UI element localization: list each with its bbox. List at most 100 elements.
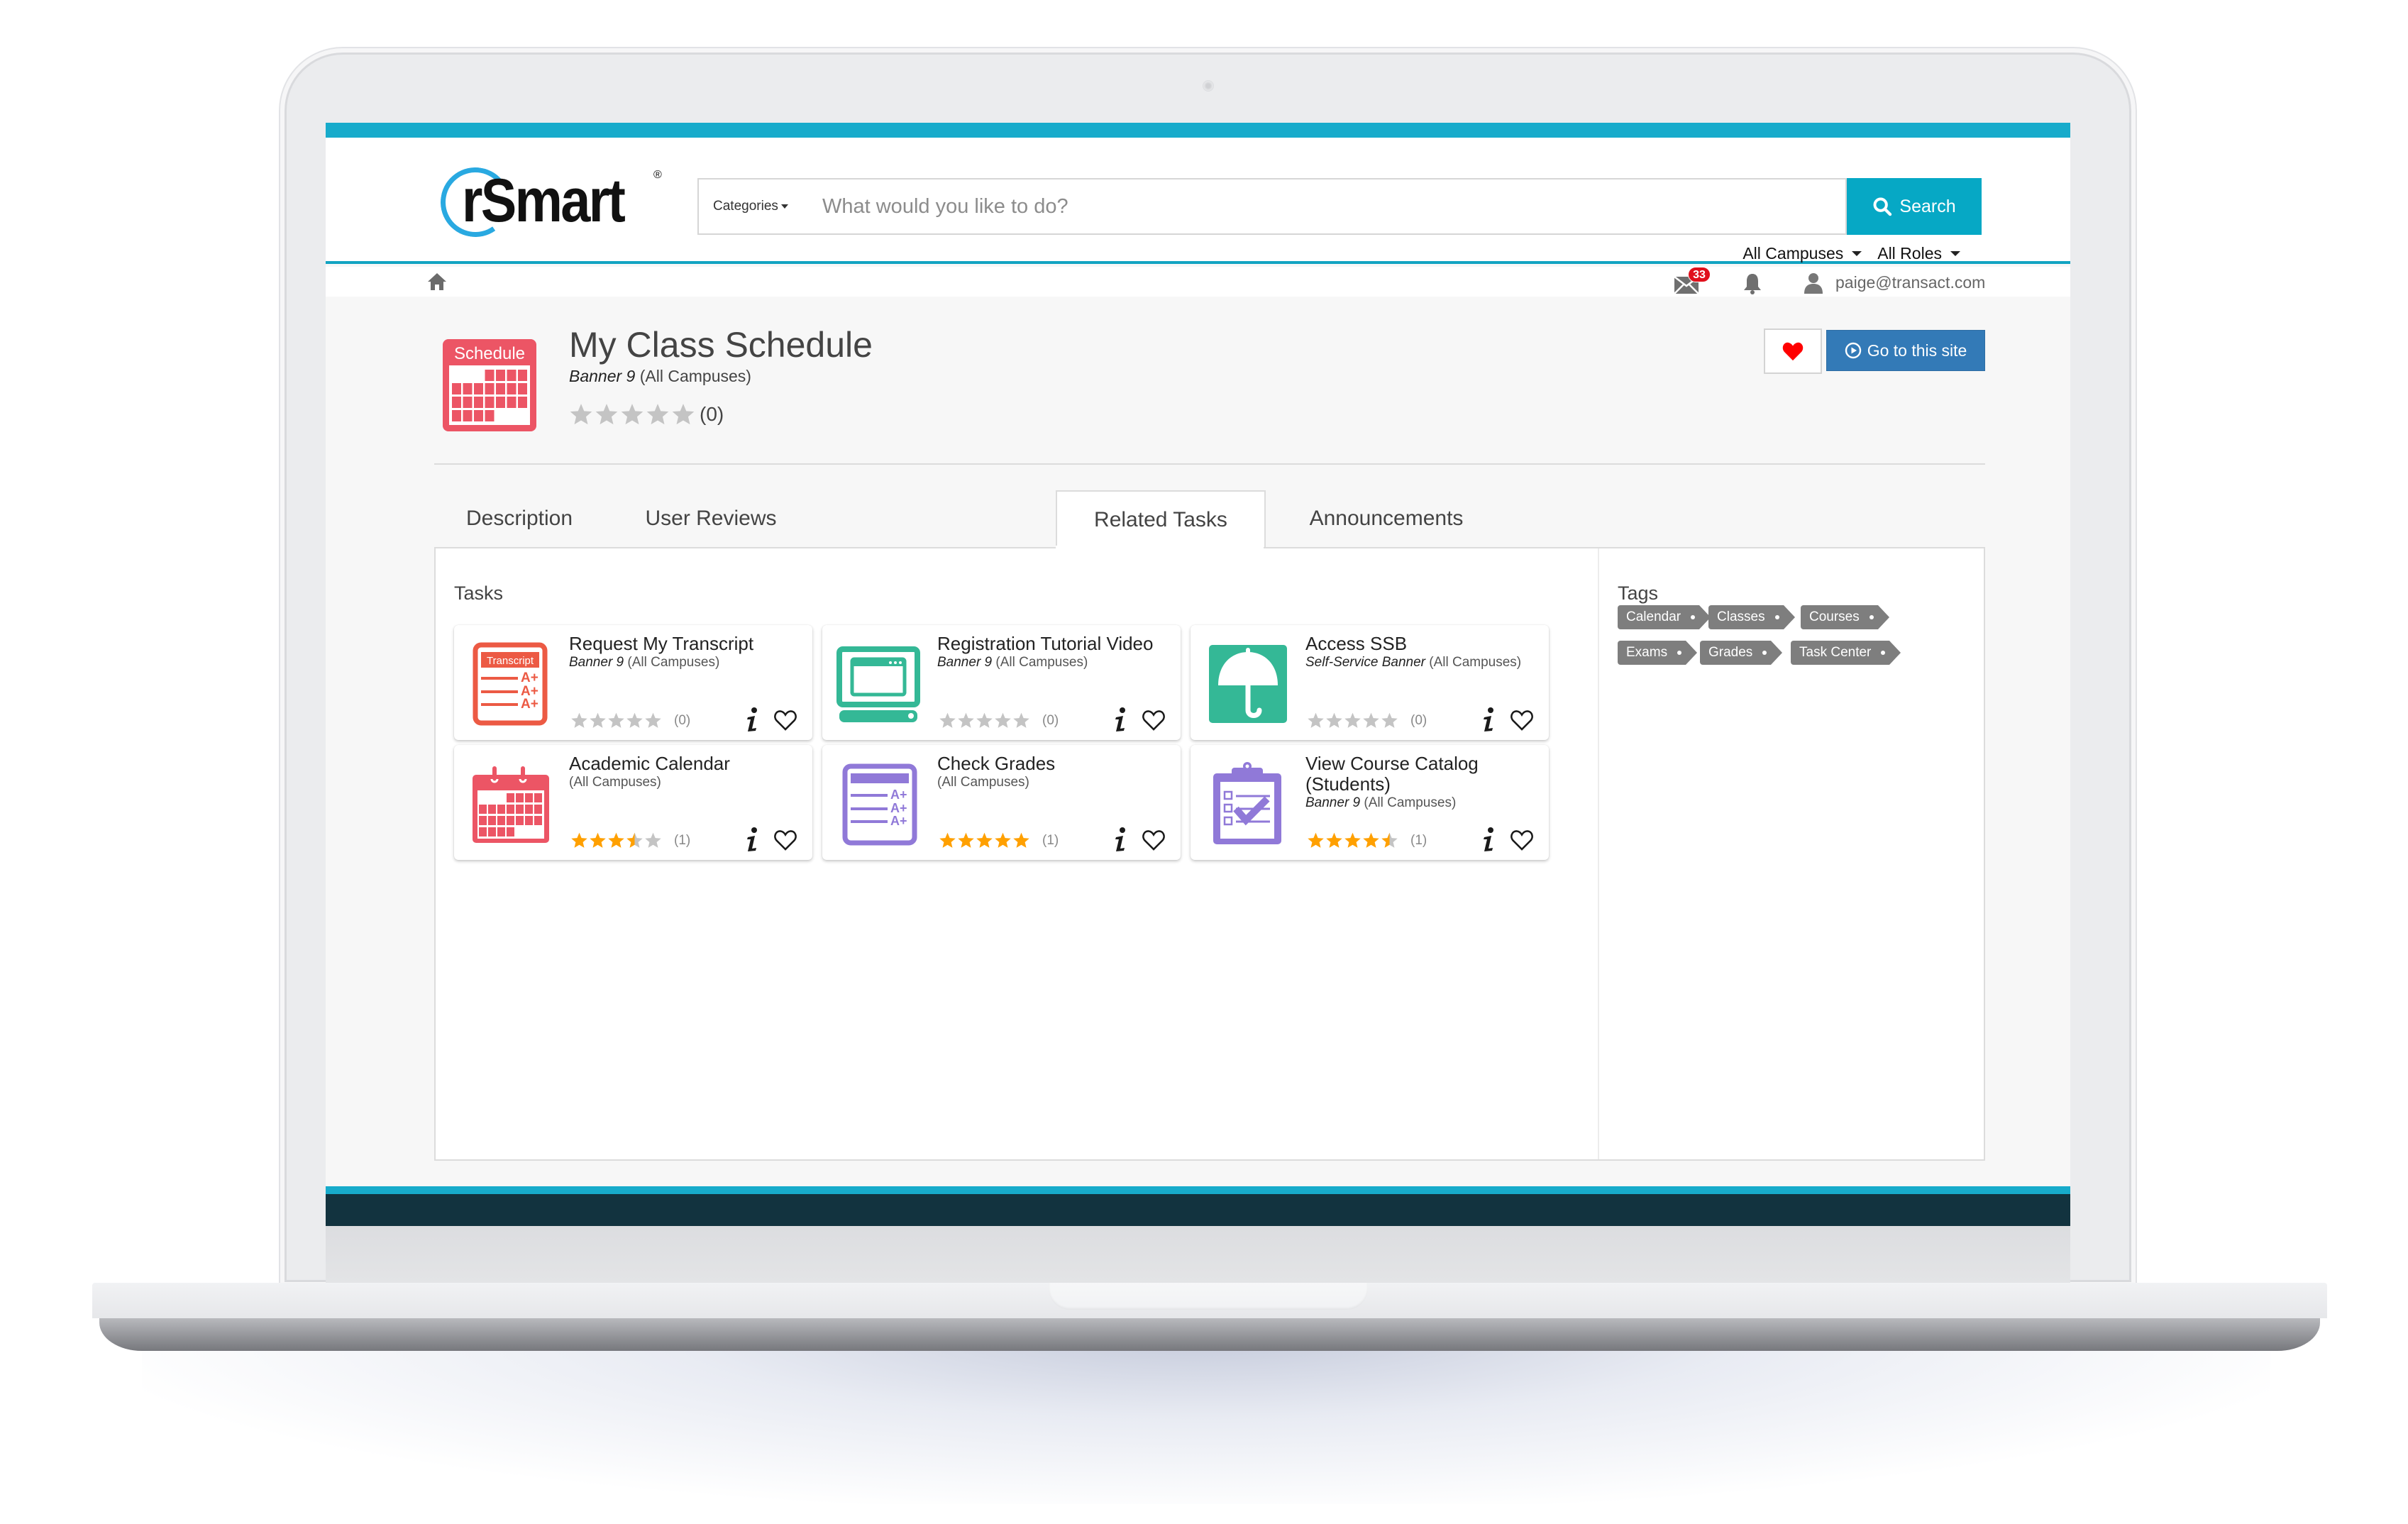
rsmart-logo[interactable]: rSmart ® (435, 162, 668, 243)
task-rating[interactable]: (1) (570, 832, 690, 849)
tag[interactable]: Calendar (1618, 605, 1711, 629)
task-rating[interactable]: (1) (1307, 832, 1427, 849)
campus-dropdown-label: All Campuses (1743, 244, 1844, 263)
app-rating-count: (0) (700, 403, 724, 425)
task-source: Banner 9 (All Campuses) (937, 654, 1171, 671)
task-source: (All Campuses) (569, 774, 803, 791)
info-icon[interactable] (745, 707, 761, 732)
task-card[interactable]: Access SSB Self-Service Banner (All Campu… (1191, 625, 1549, 740)
star-empty-icon (621, 404, 644, 425)
info-icon[interactable] (745, 827, 761, 852)
task-name[interactable]: View Course Catalog (Students) Banner 9 (… (1305, 753, 1540, 812)
heart-outline-icon[interactable] (1142, 829, 1166, 851)
star-empty-icon (939, 712, 956, 728)
user-icon (1804, 273, 1823, 294)
tag-hole-icon (1881, 651, 1886, 655)
tab-description[interactable]: Description (434, 490, 604, 547)
tag-label: Courses (1809, 609, 1860, 624)
laptop-base-underside (99, 1318, 2320, 1351)
task-rating[interactable]: (0) (1307, 712, 1427, 729)
info-icon[interactable] (1113, 827, 1129, 852)
task-name[interactable]: Request My Transcript Banner 9 (All Campu… (569, 634, 803, 671)
task-name[interactable]: Check Grades (All Campuses) (937, 753, 1171, 791)
tag-hole-icon (1677, 651, 1682, 655)
star-half-icon (626, 832, 643, 848)
computer-window-icon (836, 646, 920, 722)
star-half-icon (1381, 832, 1398, 848)
tag-label: Task Center (1799, 645, 1872, 660)
role-dropdown[interactable]: All Roles (1877, 244, 1960, 263)
task-rating[interactable]: (1) (939, 832, 1059, 849)
info-icon[interactable] (1481, 707, 1497, 732)
tab-bar: Description User Reviews Related Tasks A… (434, 490, 1985, 548)
tag[interactable]: Task Center (1791, 641, 1901, 665)
top-accent-bar (326, 123, 2070, 138)
star-empty-icon (672, 404, 695, 425)
task-rating-count: (0) (1042, 712, 1059, 728)
umbrella-icon (1209, 645, 1287, 723)
heart-icon (1782, 342, 1804, 361)
categories-dropdown[interactable]: Categories (713, 180, 788, 233)
info-icon[interactable] (1481, 827, 1497, 852)
chevron-down-icon (1950, 251, 1960, 256)
task-name[interactable]: Academic Calendar (All Campuses) (569, 753, 803, 791)
star-empty-icon (976, 712, 993, 728)
star-empty-icon (1308, 712, 1324, 728)
panel-column-divider (1598, 548, 1599, 1159)
tag[interactable]: Exams (1618, 641, 1698, 665)
task-source: Self-Service Banner (All Campuses) (1305, 654, 1540, 671)
task-card[interactable]: Registration Tutorial Video Banner 9 (All… (822, 625, 1181, 740)
star-filled-icon (1344, 832, 1361, 848)
star-filled-icon (571, 832, 587, 848)
tag-hole-icon (1762, 651, 1767, 655)
tab-user-reviews[interactable]: User Reviews (604, 490, 817, 547)
bell-icon[interactable] (1743, 272, 1762, 295)
favorite-button[interactable] (1764, 328, 1822, 374)
heart-outline-icon[interactable] (773, 709, 797, 731)
heart-outline-icon[interactable] (1510, 709, 1534, 731)
heart-outline-icon[interactable] (773, 829, 797, 851)
user-nav-bar: 33 paige@transact.com (326, 267, 2070, 297)
heart-outline-icon[interactable] (1510, 829, 1534, 851)
task-scope: (All Campuses) (937, 775, 1029, 790)
laptop-mockup: rSmart ® Categories Search All Campuses (0, 0, 2408, 1524)
task-name[interactable]: Registration Tutorial Video Banner 9 (All… (937, 634, 1171, 671)
message-count-badge: 33 (1688, 267, 1711, 282)
star-empty-icon (646, 404, 669, 425)
tab-related-tasks[interactable]: Related Tasks (1056, 490, 1266, 548)
star-filled-icon (976, 832, 993, 848)
search-input[interactable] (822, 180, 1837, 233)
user-email-link[interactable]: paige@transact.com (1835, 271, 1985, 294)
tag[interactable]: Grades (1700, 641, 1783, 665)
star-empty-icon (1013, 712, 1029, 728)
star-empty-icon (1363, 712, 1379, 728)
task-card[interactable]: View Course Catalog (Students) Banner 9 (… (1191, 745, 1549, 860)
app-scope: (All Campuses) (639, 367, 751, 385)
star-empty-icon (645, 712, 661, 728)
tag-label: Grades (1708, 645, 1753, 660)
task-scope: (All Campuses) (627, 655, 720, 670)
search-button[interactable]: Search (1847, 178, 1982, 235)
task-rating[interactable]: (0) (939, 712, 1059, 729)
go-to-site-button[interactable]: Go to this site (1826, 330, 1985, 371)
task-name[interactable]: Access SSB Self-Service Banner (All Campu… (1305, 634, 1540, 671)
tag[interactable]: Courses (1801, 605, 1889, 629)
app-rating[interactable]: (0) (569, 402, 724, 426)
task-title: Academic Calendar (569, 753, 730, 774)
info-icon[interactable] (1113, 707, 1129, 732)
svg-text:A+: A+ (890, 814, 907, 828)
task-rating[interactable]: (0) (570, 712, 690, 729)
task-source: (All Campuses) (937, 774, 1171, 791)
heart-outline-icon[interactable] (1142, 709, 1166, 731)
task-card[interactable]: Transcript A+ A+ A+ Request My Transcript Ba… (454, 625, 812, 740)
task-card[interactable]: A+ A+ A+ Check Grades (All Campuses) (1) (822, 745, 1181, 860)
tab-announcements[interactable]: Announcements (1266, 490, 1507, 547)
go-to-site-label: Go to this site (1867, 341, 1967, 360)
task-card[interactable]: Academic Calendar (All Campuses) (1) (454, 745, 812, 860)
star-empty-icon (570, 404, 592, 425)
tag[interactable]: Classes (1708, 605, 1795, 629)
campus-dropdown[interactable]: All Campuses (1743, 244, 1862, 263)
related-tasks-panel: Tasks Transcript A+ A+ A+ Request My Transc… (434, 547, 1985, 1161)
schedule-icon: Schedule (443, 339, 536, 431)
home-icon[interactable] (427, 272, 447, 291)
